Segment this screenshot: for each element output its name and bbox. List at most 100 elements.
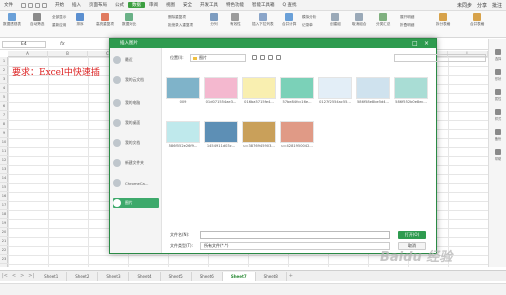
- open-button[interactable]: 打开(O): [398, 231, 426, 239]
- row-header-cell[interactable]: 8: [0, 120, 8, 129]
- menu-special[interactable]: 特色功能: [222, 2, 248, 8]
- tab-last-icon[interactable]: >|: [26, 273, 36, 279]
- insert-dropdown-button[interactable]: 插入下拉列表: [252, 13, 274, 27]
- new-folder-icon[interactable]: [268, 55, 273, 60]
- nav-pictures[interactable]: 图片: [113, 198, 159, 208]
- row-header-cell[interactable]: 20: [0, 228, 8, 237]
- ungroup-button[interactable]: 取消组合: [352, 13, 366, 27]
- merge-table-button[interactable]: 合并表格: [470, 13, 484, 27]
- subtotal-button[interactable]: 分类汇总: [376, 13, 390, 27]
- row-header-cell[interactable]: 17: [0, 201, 8, 210]
- file-item[interactable]: 57be84fcc16e...: [280, 77, 314, 104]
- pane-shape[interactable]: 形状: [492, 69, 504, 81]
- row-header-cell[interactable]: 12: [0, 156, 8, 165]
- nav-recent[interactable]: 最近: [113, 55, 159, 65]
- collapse-detail-button[interactable]: 折叠明细: [400, 23, 414, 28]
- validation-button[interactable]: 有效性: [230, 13, 241, 27]
- menu-review[interactable]: 审阅: [145, 2, 162, 8]
- menu-view[interactable]: 视图: [162, 2, 179, 8]
- file-item[interactable]: 586f552e26f9...: [166, 121, 200, 148]
- file-item[interactable]: 586f58e8be5d4...: [356, 77, 390, 104]
- row-header-cell[interactable]: 3: [0, 75, 8, 84]
- row-header-cell[interactable]: 21: [0, 237, 8, 246]
- file-item[interactable]: 1454911d03c...: [204, 121, 238, 148]
- tab-sheet8[interactable]: Sheet8: [256, 271, 287, 281]
- reapply-button[interactable]: 重新应用: [52, 23, 66, 28]
- menu-home[interactable]: 开始: [51, 2, 68, 8]
- add-sheet-button[interactable]: +: [287, 273, 295, 279]
- row-header-cell[interactable]: 7: [0, 111, 8, 120]
- close-icon[interactable]: ×: [424, 39, 429, 48]
- pivot-table-button[interactable]: 数据透视表: [3, 13, 21, 27]
- nav-documents[interactable]: 我的文档: [113, 138, 159, 148]
- file-item[interactable]: 01d071554ae3...: [204, 77, 238, 104]
- what-if-button[interactable]: 模拟分析: [302, 15, 316, 20]
- tab-sheet6[interactable]: Sheet6: [192, 271, 223, 281]
- tab-sheet2[interactable]: Sheet2: [67, 271, 99, 281]
- row-header-cell[interactable]: 19: [0, 219, 8, 228]
- file-item[interactable]: 586f552b0e8ec...: [394, 77, 428, 104]
- menu-insert[interactable]: 插入: [68, 2, 85, 8]
- menu-developer[interactable]: 开发工具: [196, 2, 222, 8]
- name-box[interactable]: E4: [2, 41, 46, 48]
- tab-next-icon[interactable]: >: [18, 273, 26, 279]
- pane-select[interactable]: 选择: [492, 49, 504, 61]
- consolidate-button[interactable]: 合并计算: [282, 13, 296, 27]
- menu-security[interactable]: 安全: [179, 2, 196, 8]
- auto-filter-button[interactable]: 自动筛选: [30, 13, 44, 27]
- row-header-cell[interactable]: 2: [0, 66, 8, 75]
- print-icon[interactable]: [28, 2, 33, 8]
- row-header-cell[interactable]: 5: [0, 93, 8, 102]
- row-header-cell[interactable]: 16: [0, 192, 8, 201]
- pane-properties[interactable]: 属性: [492, 89, 504, 101]
- text-to-columns-button[interactable]: 分列: [210, 13, 218, 27]
- sort-button[interactable]: 排序: [76, 13, 84, 27]
- filename-input[interactable]: [200, 231, 390, 239]
- tab-sheet1[interactable]: Sheet1: [36, 271, 68, 281]
- pane-help[interactable]: 帮助: [492, 149, 504, 161]
- tab-first-icon[interactable]: |<: [0, 273, 10, 279]
- record-form-button[interactable]: 记录单: [302, 23, 313, 28]
- file-item[interactable]: 016ba5715fe4...: [242, 77, 276, 104]
- tab-prev-icon[interactable]: <: [10, 273, 18, 279]
- row-header-cell[interactable]: 13: [0, 165, 8, 174]
- undo-icon[interactable]: [35, 2, 40, 8]
- nav-desktop[interactable]: 我的桌面: [113, 118, 159, 128]
- share-button[interactable]: 分享: [477, 2, 487, 9]
- nav-new-folder[interactable]: 新建文件夹: [113, 158, 159, 168]
- row-header-cell[interactable]: 22: [0, 246, 8, 255]
- menu-formula[interactable]: 公式: [111, 2, 128, 8]
- tab-sheet4[interactable]: Sheet4: [129, 271, 161, 281]
- file-item[interactable]: 009: [166, 77, 200, 104]
- save-icon[interactable]: [21, 2, 26, 8]
- menu-file[interactable]: 文件: [0, 2, 17, 8]
- highlight-duplicates-button[interactable]: 高亮重复项: [96, 13, 114, 27]
- data-compare-button[interactable]: 数据对比: [122, 13, 136, 27]
- comment-button[interactable]: 批注: [492, 2, 502, 9]
- back-icon[interactable]: [252, 55, 257, 60]
- row-header-cell[interactable]: 6: [0, 102, 8, 111]
- menu-page-layout[interactable]: 页面布局: [85, 2, 111, 8]
- up-folder-icon[interactable]: [260, 55, 265, 60]
- row-header-cell[interactable]: 23: [0, 255, 8, 264]
- reject-duplicates-button[interactable]: 拒绝录入重复项: [168, 23, 193, 28]
- pane-backup[interactable]: 备份: [492, 129, 504, 141]
- location-select[interactable]: 图片: [190, 54, 246, 62]
- view-menu-icon[interactable]: [276, 55, 281, 60]
- row-header-cell[interactable]: 14: [0, 174, 8, 183]
- redo-icon[interactable]: [42, 2, 47, 8]
- tab-sheet7[interactable]: Sheet7: [222, 271, 256, 281]
- tab-sheet5[interactable]: Sheet5: [161, 271, 192, 281]
- pane-style[interactable]: 样式: [492, 109, 504, 121]
- nav-my-computer[interactable]: 我的电脑: [113, 98, 159, 108]
- filetype-select[interactable]: 所有文件(*.*): [200, 242, 390, 250]
- menu-smart-tools[interactable]: 智能工具箱: [248, 2, 279, 8]
- file-item[interactable]: 0127f2554ac55...: [318, 77, 352, 104]
- show-all-button[interactable]: 全部显示: [52, 15, 66, 20]
- split-table-button[interactable]: 拆分表格: [436, 13, 450, 27]
- row-header-cell[interactable]: 11: [0, 147, 8, 156]
- file-item[interactable]: u=4281950042...: [280, 121, 314, 148]
- row-header-cell[interactable]: 4: [0, 84, 8, 93]
- dialog-search-input[interactable]: [394, 54, 486, 62]
- row-header-cell[interactable]: 10: [0, 138, 8, 147]
